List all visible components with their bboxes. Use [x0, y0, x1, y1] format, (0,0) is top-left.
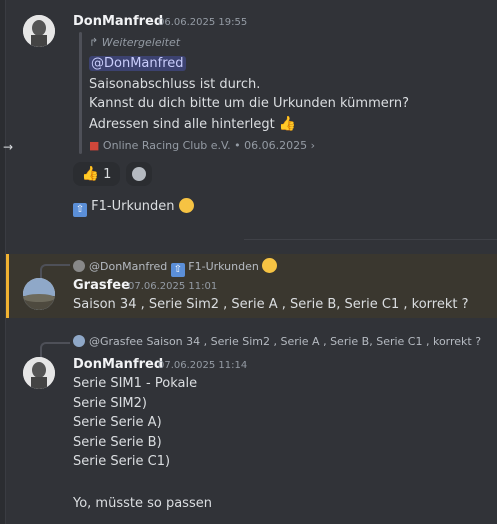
forwarded-label-text: Weitergeleitet	[101, 36, 181, 49]
reply-preview[interactable]: @DonManfred ⇧ F1-Urkunden	[73, 258, 278, 277]
avatar-grasfee[interactable]	[23, 278, 55, 310]
club-icon: ■	[89, 139, 100, 152]
forward-bar	[79, 32, 82, 154]
source-name: Online Racing Club e.V.	[102, 139, 231, 152]
forwarded-line-3: Adressen sind alle hinterlegt 👍	[89, 116, 296, 132]
reaction-count: 1	[103, 166, 112, 182]
timestamp: 07.06.2025 11:01	[128, 281, 218, 292]
arrow-right-icon: →	[3, 140, 14, 154]
reply-author: @Grasfee	[89, 335, 143, 348]
reply-connector	[40, 342, 70, 358]
message-line: Serie SIM1 - Pokale	[73, 376, 198, 391]
avatar-donmanfred[interactable]	[23, 15, 55, 47]
thumbs-up-icon: 👍	[81, 166, 100, 182]
reply-connector	[40, 264, 70, 280]
divider	[244, 239, 497, 240]
author-name[interactable]: Grasfee	[73, 278, 130, 293]
up-arrow-icon: ⇧	[170, 263, 185, 277]
smiley-icon	[132, 167, 146, 181]
up-arrow-icon: ⇧	[73, 203, 87, 217]
source-sep: •	[234, 139, 241, 152]
message-line: Serie Serie A)	[73, 415, 162, 430]
message-body: Saison 34 , Serie Sim2 , Serie A , Serie…	[73, 297, 469, 312]
forwarded-label: ↱ Weitergeleitet	[89, 36, 180, 49]
message-body-text: F1-Urkunden	[91, 199, 175, 214]
wink-icon	[178, 198, 194, 213]
author-name[interactable]: DonManfred	[73, 357, 163, 372]
add-reaction-button[interactable]	[126, 162, 152, 186]
message-line: Serie SIM2)	[73, 396, 147, 411]
message-line: Serie Serie B)	[73, 435, 162, 450]
reaction-thumbs-up[interactable]: 👍 1	[73, 162, 120, 186]
reply-text: Saison 34 , Serie Sim2 , Serie A , Serie…	[146, 335, 482, 348]
mention[interactable]: @DonManfred	[89, 56, 186, 71]
reply-author: @DonManfred	[89, 260, 168, 273]
mini-avatar	[73, 260, 85, 272]
author-name[interactable]: DonManfred	[73, 14, 163, 29]
mini-avatar	[73, 335, 85, 347]
source-date: 06.06.2025	[244, 139, 308, 152]
message-line: Yo, müsste so passen	[73, 496, 212, 511]
timestamp: 07.06.2025 11:14	[158, 360, 248, 371]
message-line: Serie Serie C1)	[73, 454, 171, 469]
thumbs-up-icon: 👍	[278, 116, 297, 132]
wink-icon	[262, 258, 278, 273]
forward-source[interactable]: ■ Online Racing Club e.V. • 06.06.2025 ›	[89, 139, 315, 152]
mention-text[interactable]: @DonManfred	[89, 56, 186, 71]
forward-arrow-icon: ↱	[89, 36, 102, 49]
forwarded-line-2: Kannst du dich bitte um die Urkunden küm…	[89, 96, 410, 111]
message-body: ⇧ F1-Urkunden	[73, 198, 194, 217]
chevron-right-icon: ›	[310, 139, 316, 152]
avatar-donmanfred[interactable]	[23, 357, 55, 389]
forwarded-line-1: Saisonabschluss ist durch.	[89, 77, 261, 92]
timestamp: 06.06.2025 19:55	[158, 17, 248, 28]
reply-preview[interactable]: @Grasfee Saison 34 , Serie Sim2 , Serie …	[73, 335, 481, 348]
forwarded-line-3-text: Adressen sind alle hinterlegt	[89, 117, 275, 132]
reply-text: F1-Urkunden	[188, 260, 259, 273]
